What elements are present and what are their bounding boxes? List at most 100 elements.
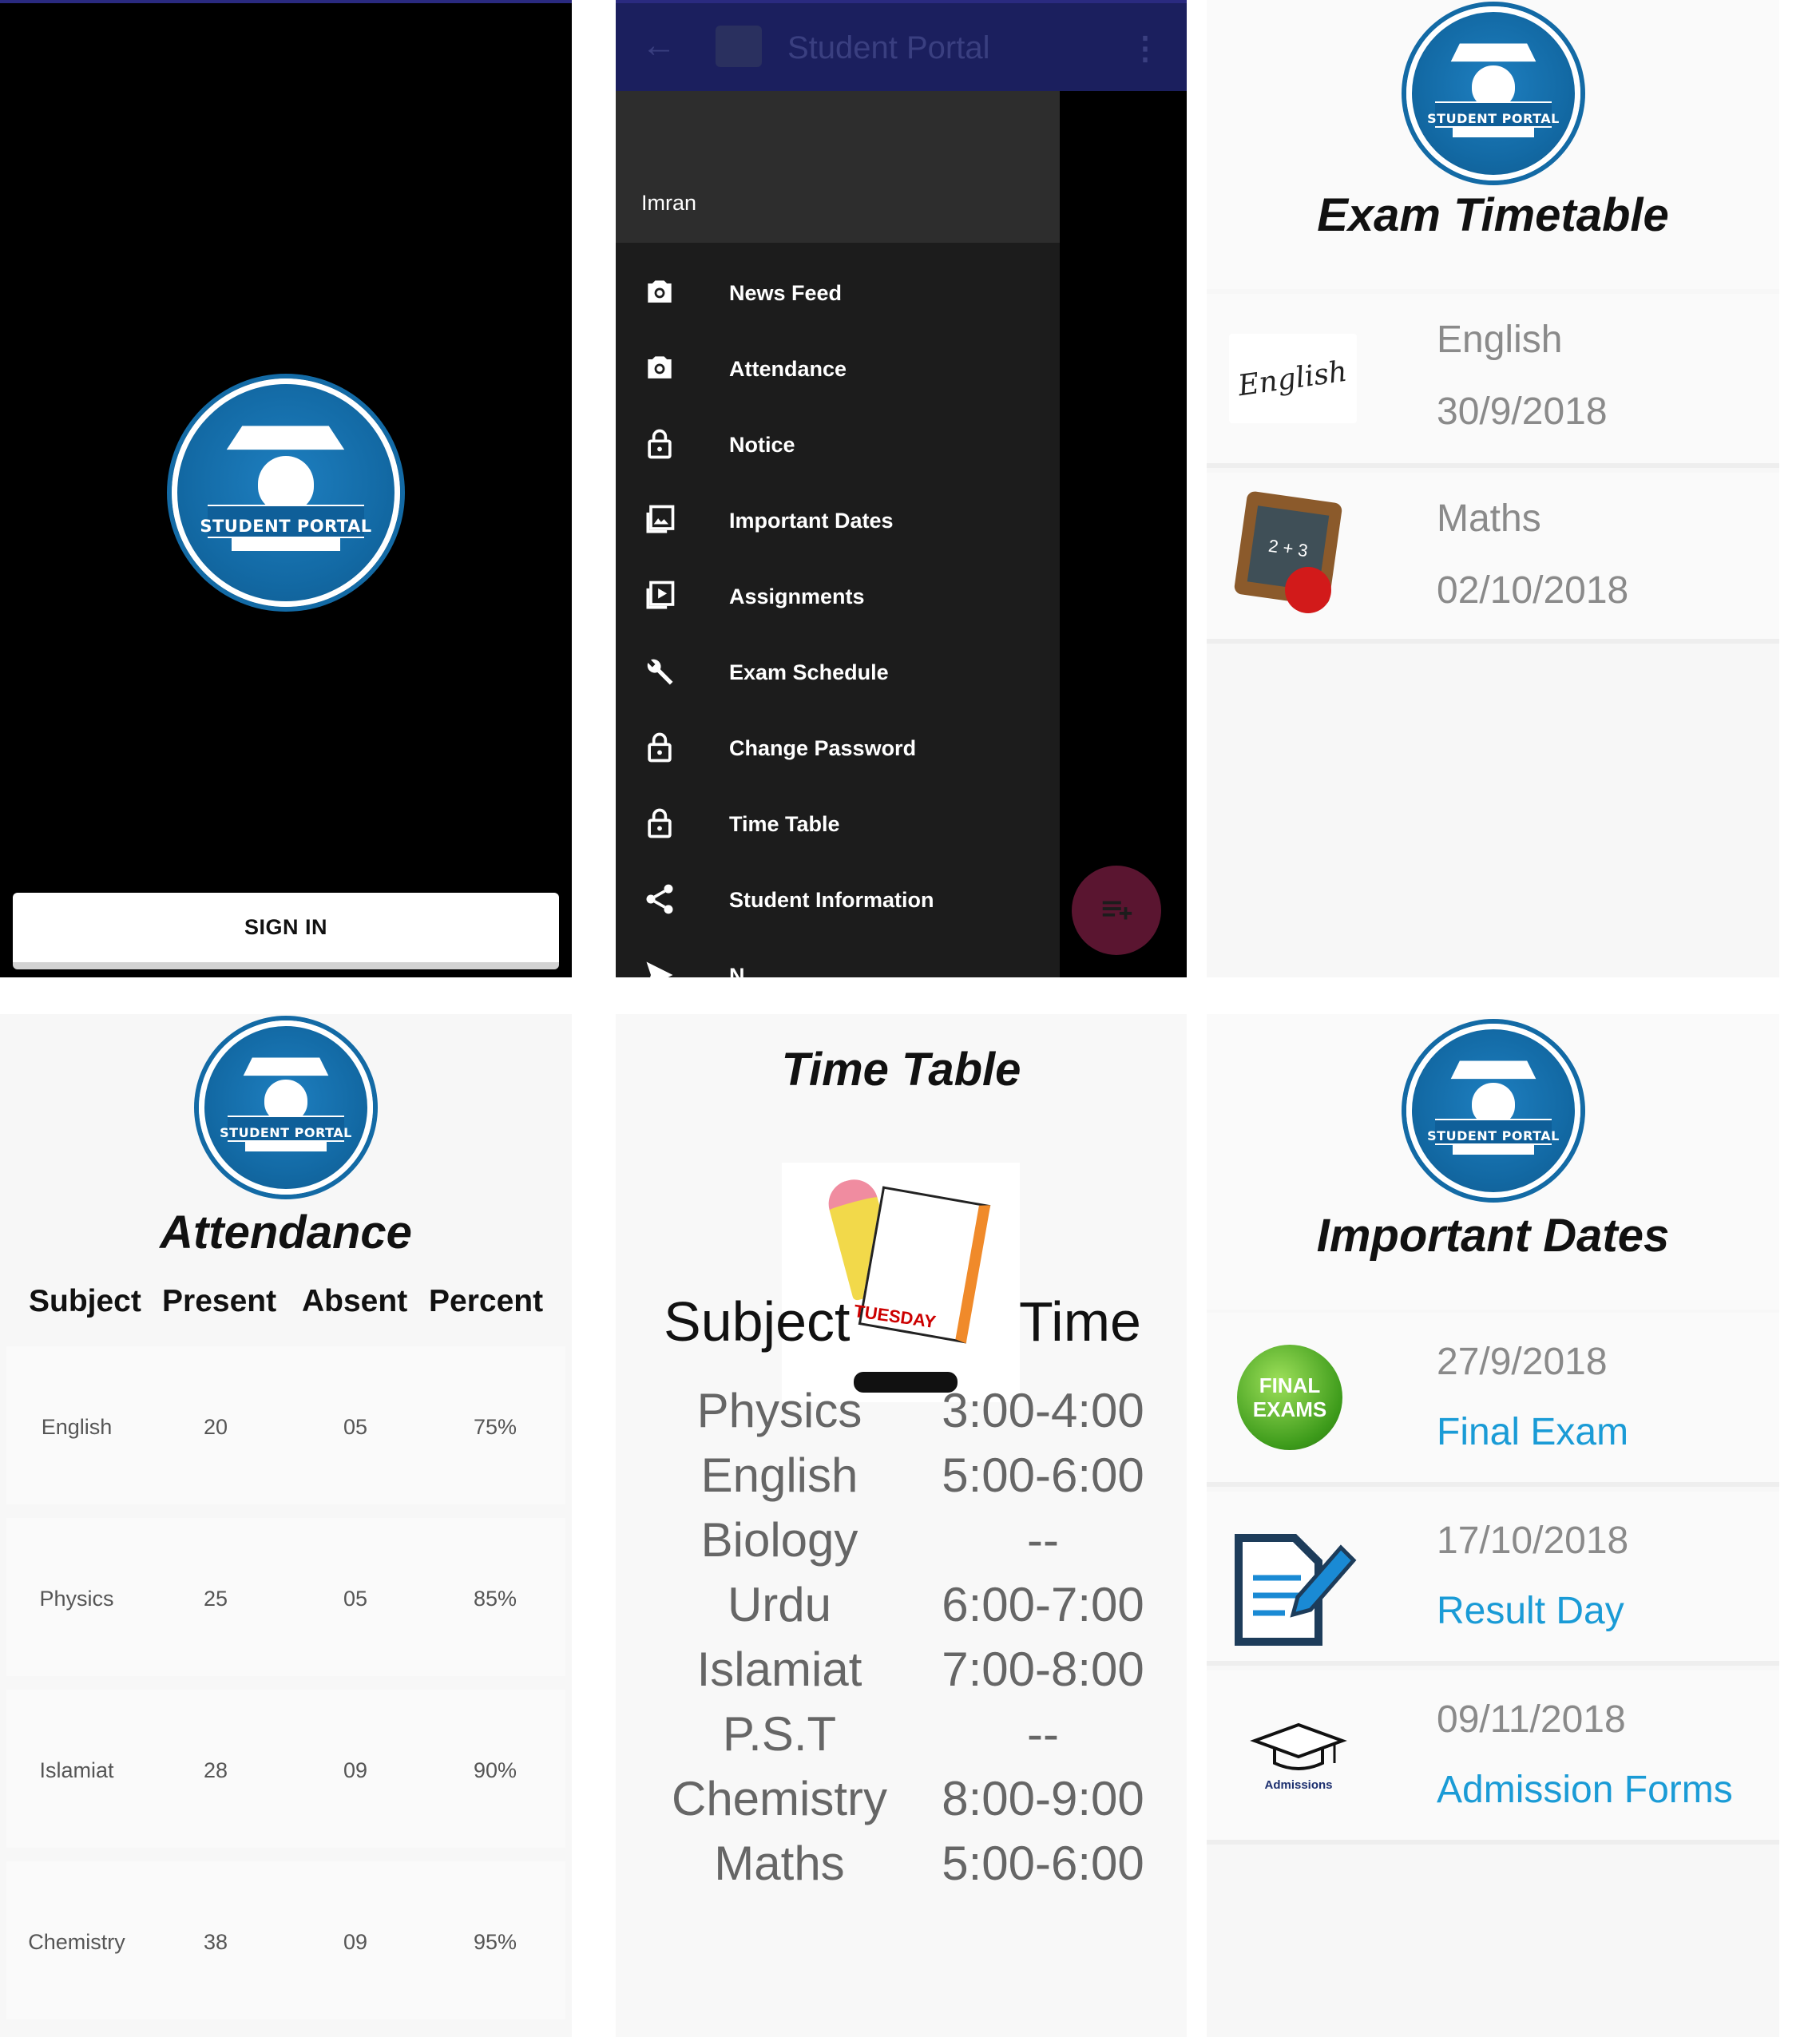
share-icon <box>646 884 673 914</box>
admissions-label: Admissions <box>1264 1778 1333 1792</box>
drawer-header: Imran <box>616 91 1060 243</box>
menu-item-assignments[interactable]: Assignments <box>616 561 1060 636</box>
menu-item-label: N <box>729 964 745 977</box>
timetable-subject: P.S.T <box>722 1707 837 1761</box>
logo-text: STUDENT PORTAL <box>1427 110 1560 126</box>
cell-percent: 90% <box>473 1758 517 1782</box>
event-title[interactable]: Admission Forms <box>1437 1768 1733 1812</box>
event-date: 17/10/2018 <box>1437 1520 1629 1562</box>
event-title[interactable]: Result Day <box>1437 1589 1624 1633</box>
cell-present: 25 <box>203 1587 228 1611</box>
cell-present: 28 <box>203 1758 228 1782</box>
header-subject: Subject <box>664 1290 851 1353</box>
splash-screen: STUDENT PORTAL SIGN IN <box>0 0 572 977</box>
timetable-subject: Chemistry <box>671 1772 888 1825</box>
menu-item-exam-schedule[interactable]: Exam Schedule <box>616 636 1060 712</box>
menu-item-label: Important Dates <box>729 509 894 533</box>
exam-subject: English <box>1437 319 1563 361</box>
timetable-time: 7:00-8:00 <box>942 1643 1144 1696</box>
send-icon <box>646 961 673 977</box>
cell-absent: 05 <box>343 1587 368 1611</box>
menu-item-partial[interactable]: N <box>616 940 1060 977</box>
menu-item-change-password[interactable]: Change Password <box>616 712 1060 788</box>
exam-timetable-screen: STUDENT PORTAL Exam Timetable English En… <box>1207 0 1779 977</box>
cell-percent: 95% <box>473 1930 517 1954</box>
logo-text: STUDENT PORTAL <box>220 1124 352 1140</box>
menu-item-label: Change Password <box>729 736 917 760</box>
timetable-time: 6:00-7:00 <box>942 1578 1144 1631</box>
apple-label: FINAL EXAMS <box>1252 1373 1327 1421</box>
date-row[interactable]: 17/10/2018 Result Day <box>1207 1492 1779 1666</box>
header-time: Time <box>1019 1290 1141 1353</box>
menu-item-important-dates[interactable]: Important Dates <box>616 485 1060 561</box>
exam-row[interactable]: 2 + 3 Maths 02/10/2018 <box>1207 473 1779 644</box>
menu-item-label: News Feed <box>729 281 843 305</box>
cell-present: 20 <box>203 1415 228 1439</box>
timetable-subject: Maths <box>714 1837 845 1890</box>
date-row[interactable]: Admissions 09/11/2018 Admission Forms <box>1207 1670 1779 1845</box>
lock-icon <box>648 429 672 459</box>
cell-subject: Chemistry <box>28 1930 125 1954</box>
cell-present: 38 <box>203 1930 228 1954</box>
user-name: Imran <box>641 191 697 215</box>
timetable-time: -- <box>1027 1513 1059 1567</box>
menu-item-attendance[interactable]: Attendance <box>616 333 1060 409</box>
timetable-time: 5:00-6:00 <box>942 1837 1144 1890</box>
cell-absent: 09 <box>343 1758 368 1782</box>
table-row[interactable]: Physics 25 05 85% <box>6 1518 565 1676</box>
cell-subject: Islamiat <box>39 1758 114 1782</box>
green-apple-image: FINAL EXAMS <box>1237 1345 1342 1450</box>
menu-item-label: Assignments <box>729 585 865 608</box>
gallery-icon <box>646 505 675 533</box>
table-row[interactable]: English 20 05 75% <box>6 1346 565 1504</box>
playlist-add-icon <box>1102 901 1132 920</box>
timetable-subject: Biology <box>700 1513 858 1567</box>
page-title: Attendance <box>160 1207 412 1258</box>
menu-item-label: Time Table <box>729 812 840 836</box>
menu-item-notice[interactable]: Notice <box>616 409 1060 485</box>
cell-subject: English <box>41 1415 113 1439</box>
sign-in-button[interactable]: SIGN IN <box>13 893 559 969</box>
timetable-time: -- <box>1027 1707 1059 1761</box>
page-title: Time Table <box>781 1044 1021 1096</box>
attendance-screen: STUDENT PORTAL Attendance Subject Presen… <box>0 1014 572 2037</box>
app-logo-icon <box>716 26 762 67</box>
timetable-subject: Islamiat <box>696 1643 862 1696</box>
page-title: Important Dates <box>1316 1210 1670 1262</box>
cell-percent: 85% <box>473 1587 517 1611</box>
event-date: 09/11/2018 <box>1437 1698 1626 1741</box>
admissions-image: Admissions <box>1247 1718 1350 1798</box>
navigation-screen: ← Student Portal ⋮ Imran News Feed Atten… <box>616 0 1187 977</box>
timetable-subject: English <box>700 1448 858 1502</box>
logo-text: STUDENT PORTAL <box>200 517 372 537</box>
timetable-time: 5:00-6:00 <box>942 1448 1144 1502</box>
cell-percent: 75% <box>473 1415 517 1439</box>
back-arrow-icon[interactable]: ← <box>641 26 676 65</box>
wrench-icon <box>647 659 673 685</box>
exam-date: 02/10/2018 <box>1437 569 1629 612</box>
timetable-subject: Urdu <box>727 1578 832 1631</box>
student-portal-logo: STUDENT PORTAL <box>1406 6 1580 180</box>
english-image-label: English <box>1236 355 1350 402</box>
menu-item-label: Notice <box>729 433 795 457</box>
timetable-subject: Physics <box>696 1384 862 1437</box>
dates-header-card: STUDENT PORTAL Important Dates <box>1207 1014 1779 1310</box>
play-icon <box>646 581 675 609</box>
exam-row[interactable]: English English 30/9/2018 <box>1207 294 1779 468</box>
lock-icon <box>648 808 672 838</box>
app-bar: ← Student Portal ⋮ <box>616 0 1187 91</box>
overflow-menu-icon[interactable]: ⋮ <box>1129 30 1161 67</box>
table-row[interactable]: Chemistry 38 09 95% <box>6 1861 565 2019</box>
menu-item-news-feed[interactable]: News Feed <box>616 257 1060 333</box>
cell-absent: 09 <box>343 1930 368 1954</box>
menu-item-student-information[interactable]: Student Information <box>616 864 1060 940</box>
menu-item-time-table[interactable]: Time Table <box>616 788 1060 864</box>
event-title[interactable]: Final Exam <box>1437 1410 1628 1454</box>
timetable-time: 8:00-9:00 <box>942 1772 1144 1825</box>
menu-item-label: Exam Schedule <box>729 660 889 684</box>
table-row[interactable]: Islamiat 28 09 90% <box>6 1690 565 1848</box>
event-date: 27/9/2018 <box>1437 1341 1608 1383</box>
important-dates-screen: STUDENT PORTAL Important Dates FINAL EXA… <box>1207 1014 1779 2037</box>
playlist-add-fab[interactable] <box>1072 866 1161 955</box>
date-row[interactable]: FINAL EXAMS 27/9/2018 Final Exam <box>1207 1313 1779 1487</box>
